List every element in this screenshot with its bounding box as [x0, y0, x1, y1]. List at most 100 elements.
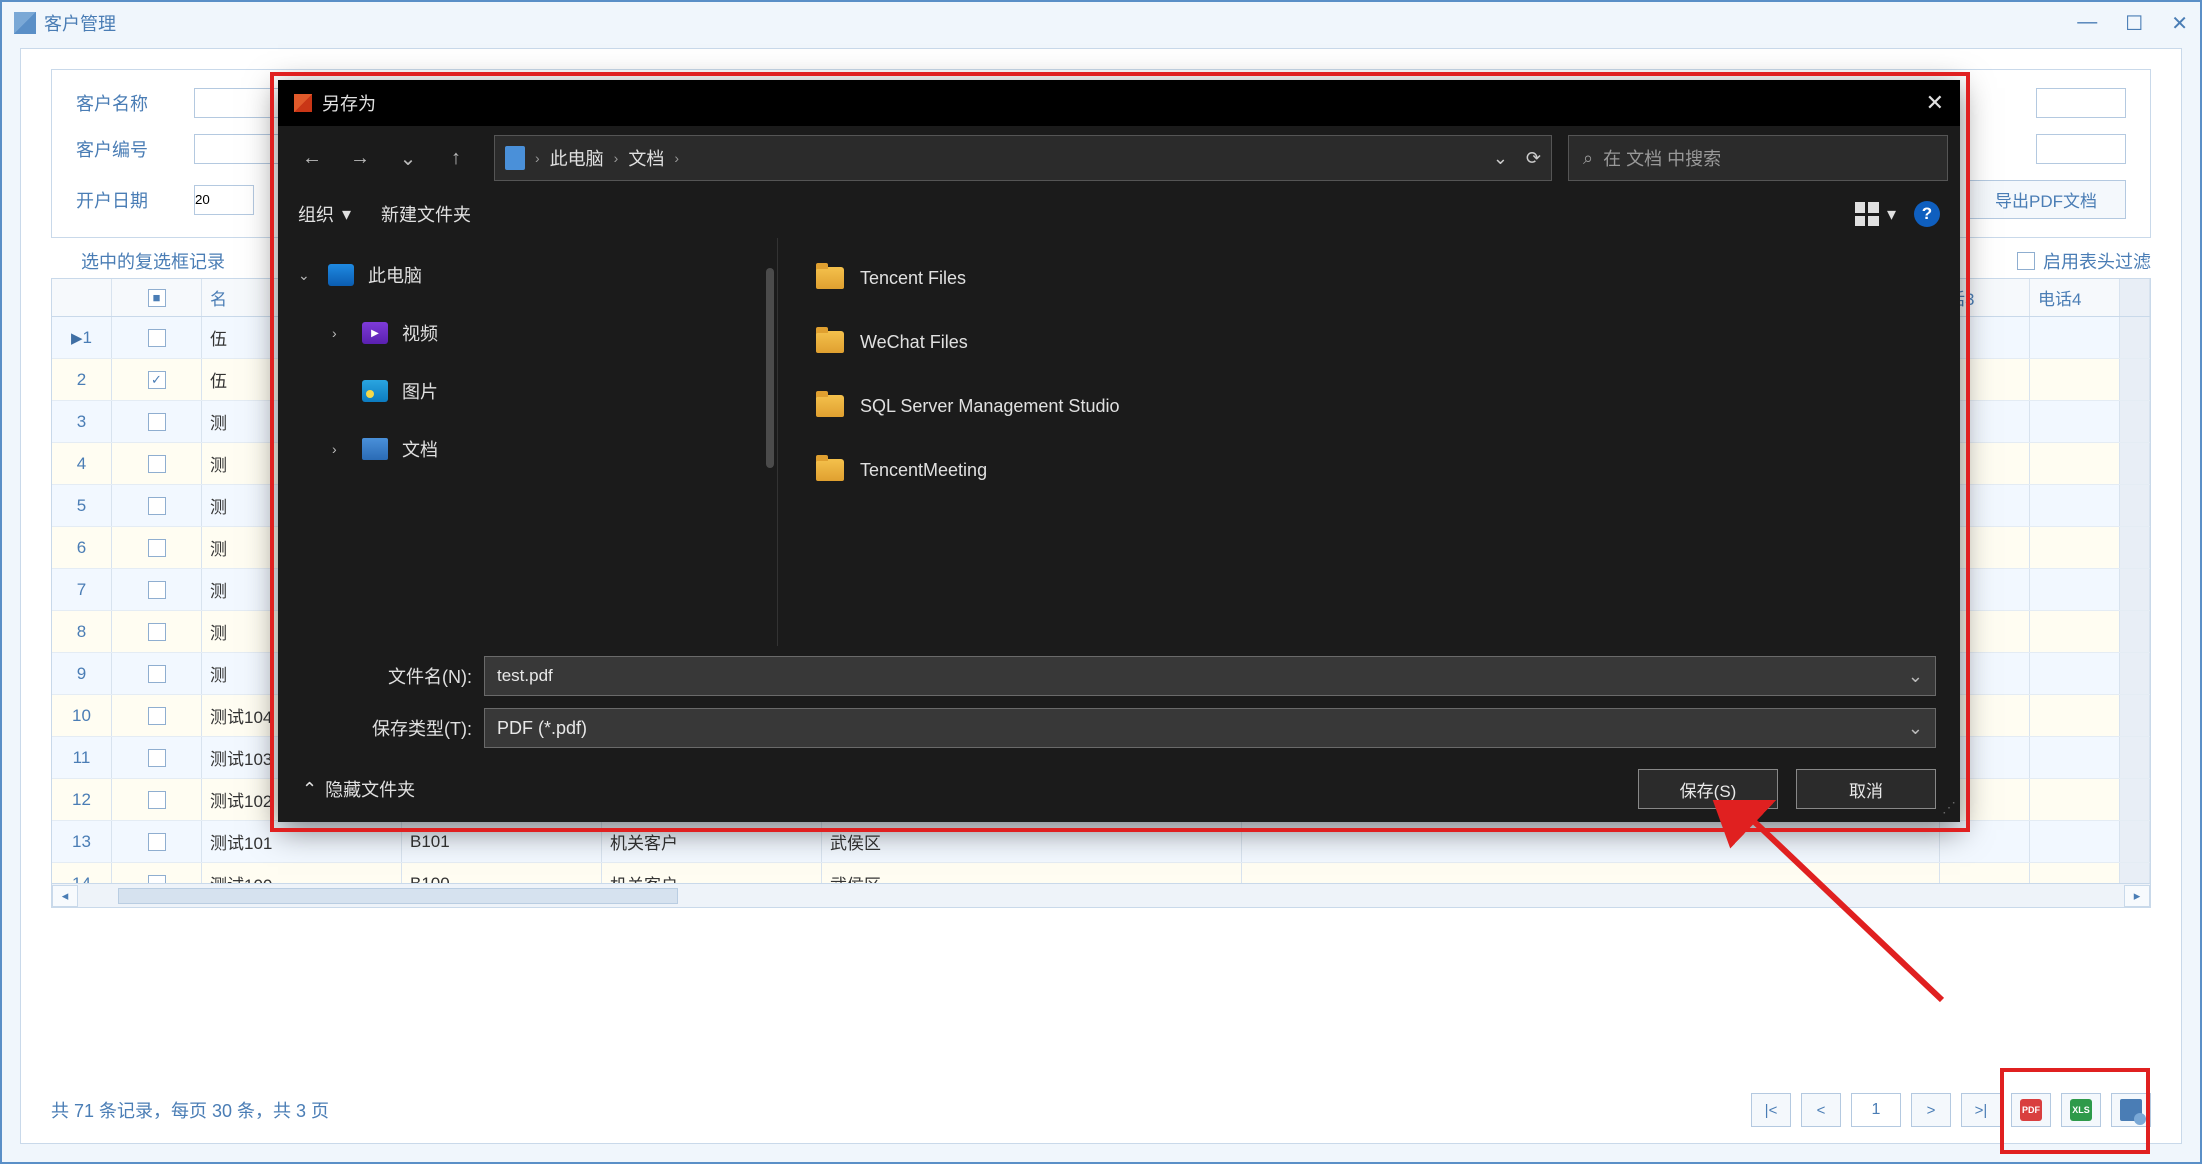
tree-item[interactable]: 图片	[278, 362, 777, 420]
filetype-select[interactable]: PDF (*.pdf) ⌄	[484, 708, 1936, 748]
row-checkbox[interactable]	[112, 443, 202, 484]
tree-item-label: 文档	[402, 436, 438, 462]
open-date-input[interactable]	[194, 185, 254, 215]
nav-recent-button[interactable]: ⌄	[386, 138, 430, 178]
breadcrumb-2[interactable]: 文档	[628, 145, 664, 171]
row-selector[interactable]: 5	[52, 485, 112, 526]
status-row: 共 71 条记录，每页 30 条，共 3 页 |< < > >| PDF XLS	[51, 1093, 2151, 1127]
export-xls-icon-button[interactable]: XLS	[2061, 1093, 2101, 1127]
row-checkbox[interactable]	[112, 695, 202, 736]
search-box[interactable]: ⌕ 在 文档 中搜索	[1568, 135, 1948, 181]
address-drive-icon	[505, 146, 525, 170]
row-selector[interactable]: 6	[52, 527, 112, 568]
row-selector[interactable]: 3	[52, 401, 112, 442]
row-selector[interactable]: 7	[52, 569, 112, 610]
selected-hint-label: 选中的复选框记录	[81, 248, 225, 274]
row-selector[interactable]: 9	[52, 653, 112, 694]
table-row[interactable]: 13测试101B101机关客户武侯区	[52, 821, 2150, 863]
page-prev-button[interactable]: <	[1801, 1093, 1841, 1127]
row-checkbox[interactable]	[112, 527, 202, 568]
cancel-button[interactable]: 取消	[1796, 769, 1936, 809]
row-selector[interactable]: 13	[52, 821, 112, 862]
header-checkbox[interactable]: ■	[112, 279, 202, 316]
help-icon[interactable]: ?	[1914, 201, 1940, 227]
row-checkbox[interactable]: ✓	[112, 359, 202, 400]
filename-input[interactable]	[497, 666, 1908, 686]
tree-scrollbar[interactable]	[766, 268, 774, 468]
nav-forward-button[interactable]: →	[338, 138, 382, 178]
row-checkbox[interactable]	[112, 821, 202, 862]
dialog-app-icon	[294, 94, 312, 112]
tree-expand-icon[interactable]: ⌄	[298, 267, 314, 284]
new-folder-button[interactable]: 新建文件夹	[381, 201, 471, 227]
row-selector[interactable]: ▶1	[52, 317, 112, 358]
row-checkbox[interactable]	[112, 737, 202, 778]
app-titlebar: 客户管理 — ☐ ✕	[2, 2, 2200, 44]
organize-button[interactable]: 组织 ▾	[298, 201, 351, 227]
page-number-input[interactable]	[1851, 1093, 1901, 1127]
row-selector[interactable]: 10	[52, 695, 112, 736]
export-pdf-icon-button[interactable]: PDF	[2011, 1093, 2051, 1127]
page-first-button[interactable]: |<	[1751, 1093, 1791, 1127]
cell-tel4	[2030, 443, 2120, 484]
tree-expand-icon[interactable]: ›	[332, 325, 348, 341]
folder-item[interactable]: TencentMeeting	[778, 438, 1960, 502]
tree-expand-icon[interactable]: ›	[332, 441, 348, 457]
hscroll-track[interactable]	[78, 886, 2124, 906]
hide-folders-toggle[interactable]: ⌃ 隐藏文件夹	[302, 776, 415, 802]
header-tel4[interactable]: 电话4	[2030, 279, 2120, 316]
grid-h-scrollbar[interactable]: ◂ ▸	[52, 883, 2150, 907]
page-last-button[interactable]: >|	[1961, 1093, 2001, 1127]
breadcrumb-1[interactable]: 此电脑	[550, 145, 604, 171]
filename-label: 文件名(N):	[302, 663, 472, 689]
row-checkbox[interactable]	[112, 569, 202, 610]
row-checkbox[interactable]	[112, 485, 202, 526]
tree-item[interactable]: ›视频	[278, 304, 777, 362]
row-selector[interactable]: 11	[52, 737, 112, 778]
app-icon	[14, 12, 36, 34]
address-dropdown-icon[interactable]: ⌄	[1493, 148, 1508, 169]
hscroll-left[interactable]: ◂	[52, 885, 78, 907]
close-window-button[interactable]: ✕	[2171, 11, 2188, 36]
pdf-icon: PDF	[2020, 1099, 2042, 1121]
vid-icon	[362, 322, 388, 344]
tree-item[interactable]: ⌄此电脑	[278, 246, 777, 304]
folder-item[interactable]: WeChat Files	[778, 310, 1960, 374]
row-checkbox[interactable]	[112, 401, 202, 442]
cell-tel4	[2030, 737, 2120, 778]
row-selector[interactable]: 8	[52, 611, 112, 652]
filename-history-icon[interactable]: ⌄	[1908, 666, 1923, 687]
nav-up-button[interactable]: ↑	[434, 138, 478, 178]
window-controls: — ☐ ✕	[2077, 11, 2188, 36]
save-settings-button[interactable]	[2111, 1093, 2151, 1127]
row-checkbox[interactable]	[112, 317, 202, 358]
row-selector[interactable]: 2	[52, 359, 112, 400]
cell-name: 测试101	[202, 821, 402, 862]
folder-item[interactable]: SQL Server Management Studio	[778, 374, 1960, 438]
save-button[interactable]: 保存(S)	[1638, 769, 1778, 809]
hscroll-right[interactable]: ▸	[2124, 885, 2150, 907]
row-checkbox[interactable]	[112, 611, 202, 652]
pic-icon	[362, 380, 388, 402]
export-pdf-button[interactable]: 导出PDF文档	[1966, 180, 2126, 219]
row-checkbox[interactable]	[112, 779, 202, 820]
view-mode-button[interactable]: ▾	[1855, 202, 1896, 226]
dialog-close-button[interactable]: ✕	[1926, 90, 1944, 116]
folder-item[interactable]: Tencent Files	[778, 246, 1960, 310]
minimize-button[interactable]: —	[2077, 11, 2097, 36]
hscroll-thumb[interactable]	[118, 888, 678, 904]
tree-item[interactable]: › 文档	[278, 420, 777, 478]
nav-back-button[interactable]: ←	[290, 138, 334, 178]
dialog-toolbar: 组织 ▾ 新建文件夹 ▾ ?	[278, 190, 1960, 238]
row-selector[interactable]: 4	[52, 443, 112, 484]
filter-extra-input-1[interactable]	[2036, 88, 2126, 118]
resize-grip-icon[interactable]: ⋰	[1942, 799, 1954, 816]
row-selector[interactable]: 12	[52, 779, 112, 820]
row-checkbox[interactable]	[112, 653, 202, 694]
page-next-button[interactable]: >	[1911, 1093, 1951, 1127]
address-bar[interactable]: › 此电脑 › 文档 › ⌄ ⟳	[494, 135, 1552, 181]
maximize-button[interactable]: ☐	[2125, 11, 2143, 36]
filter-extra-input-2[interactable]	[2036, 134, 2126, 164]
refresh-icon[interactable]: ⟳	[1526, 148, 1541, 169]
enable-header-filter-checkbox[interactable]	[2017, 252, 2035, 270]
